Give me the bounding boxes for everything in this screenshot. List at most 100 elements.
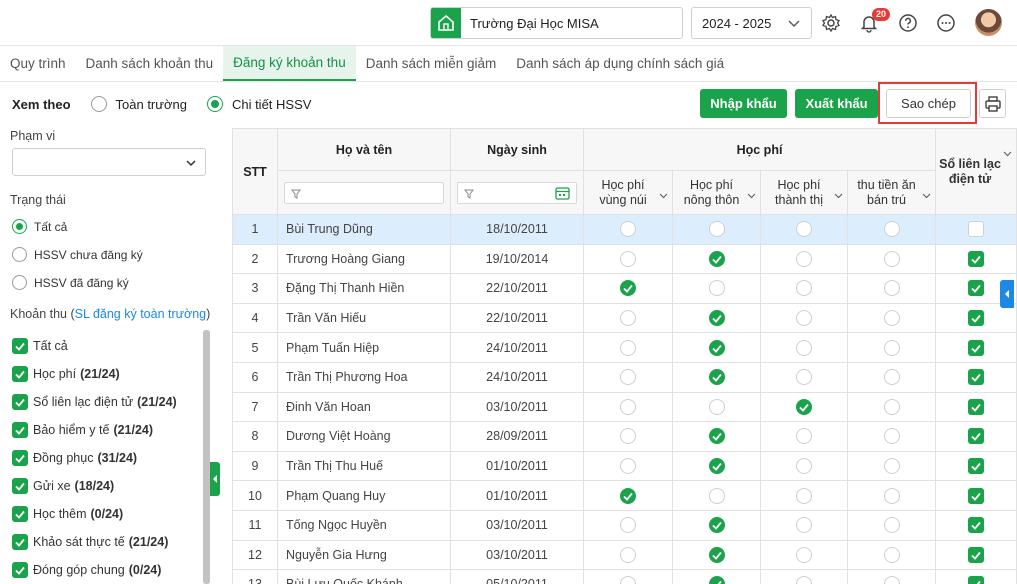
fee-radio[interactable] [620, 221, 636, 238]
checkbox[interactable] [12, 366, 28, 382]
table-row[interactable]: 8 Dương Việt Hoàng 28/09/2011 [232, 421, 1017, 452]
school-year-select[interactable]: 2024 - 2025 [691, 7, 812, 39]
fee-checkbox-item[interactable]: Đồng phục (31/24) [12, 450, 137, 466]
fee-checkbox-item[interactable]: Sổ liên lạc điện tử (21/24) [12, 394, 177, 410]
radio-button[interactable] [12, 247, 27, 262]
collapse-panel-handle[interactable] [210, 462, 220, 496]
fee-radio[interactable] [796, 428, 812, 445]
fee-radio[interactable] [796, 398, 812, 415]
header-name[interactable]: Họ và tên [277, 128, 451, 171]
contact-checkbox[interactable] [968, 576, 985, 584]
fee-radio[interactable] [796, 576, 812, 584]
contact-checkbox[interactable] [968, 250, 985, 267]
table-row[interactable]: 10 Phạm Quang Huy 01/10/2011 [232, 480, 1017, 511]
fee-radio[interactable] [796, 280, 812, 297]
fee-radio[interactable] [796, 487, 812, 504]
fee-radio[interactable] [883, 517, 900, 534]
table-row[interactable]: 12 Nguyễn Gia Hưng 03/10/2011 [232, 539, 1017, 571]
fee-radio[interactable] [883, 487, 900, 504]
fee-radio[interactable] [708, 369, 725, 386]
table-row[interactable]: 13Bùi Lưu Quốc Khánh05/10/2011 [232, 569, 1017, 584]
school-selector[interactable]: Trường Đại Học MISA [430, 7, 683, 39]
checkbox[interactable] [12, 562, 28, 578]
fee-checkbox-item[interactable]: Tất cả [12, 338, 72, 354]
fee-radio[interactable] [883, 221, 900, 238]
fee-radio[interactable] [620, 576, 636, 584]
scope-select[interactable] [12, 148, 206, 176]
fee-checkbox-item[interactable]: Học phí (21/24) [12, 366, 120, 382]
fee-radio[interactable] [620, 250, 636, 267]
gear-icon[interactable] [820, 12, 842, 34]
fee-radio[interactable] [796, 517, 812, 534]
table-row[interactable]: 2 Trương Hoàng Giang 19/10/2014 [232, 243, 1017, 275]
header-tuition-urban[interactable]: Học phí thành thị [760, 170, 848, 215]
contact-checkbox[interactable] [968, 487, 985, 504]
fee-radio[interactable] [883, 428, 900, 445]
dob-filter-input[interactable] [457, 181, 577, 204]
radio-toan-truong[interactable] [90, 96, 107, 112]
fee-radio[interactable] [708, 221, 725, 238]
fee-radio[interactable] [708, 250, 725, 267]
fees-stats-link[interactable]: SL đăng ký toàn trường [75, 307, 206, 321]
help-icon[interactable] [897, 12, 919, 34]
tab-quy-trinh[interactable]: Quy trình [0, 46, 76, 81]
table-row[interactable]: 5 Phạm Tuấn Hiệp 24/10/2011 [232, 332, 1017, 363]
contact-checkbox[interactable] [968, 398, 985, 415]
table-row[interactable]: 9 Trần Thị Thu Huế 01/10/2011 [232, 450, 1017, 482]
fee-radio[interactable] [620, 517, 636, 534]
fee-radio[interactable] [708, 428, 725, 445]
fee-radio[interactable] [796, 546, 812, 563]
fee-radio[interactable] [708, 576, 725, 584]
checkbox[interactable] [12, 394, 28, 410]
fee-radio[interactable] [708, 517, 725, 534]
table-row[interactable]: 1 Bùi Trung Dũng 18/10/2011 [232, 214, 1017, 245]
table-row[interactable]: 3 Đặng Thị Thanh Hiền 22/10/2011 [232, 273, 1017, 304]
contact-checkbox[interactable] [968, 428, 985, 445]
status-option-unregistered[interactable]: HSSV chưa đăng ký [12, 247, 143, 262]
expand-panel-handle[interactable] [1000, 280, 1014, 308]
checkbox[interactable] [12, 534, 28, 550]
contact-checkbox[interactable] [968, 310, 985, 327]
fee-radio[interactable] [708, 487, 725, 504]
fee-radio[interactable] [796, 310, 812, 327]
fee-radio[interactable] [796, 369, 812, 386]
fee-radio[interactable] [620, 487, 636, 504]
fee-radio[interactable] [883, 546, 900, 563]
fee-radio[interactable] [883, 458, 900, 475]
fee-radio[interactable] [620, 339, 636, 356]
radio-chi-tiet-hssv[interactable] [206, 96, 223, 112]
tab-chinh-sach-gia[interactable]: Danh sách áp dụng chính sách giá [506, 46, 734, 81]
contact-checkbox[interactable] [968, 546, 985, 563]
header-contact-book[interactable]: Sổ liên lạc điện tử [935, 128, 1017, 215]
more-icon[interactable] [935, 12, 957, 34]
radio-button[interactable] [12, 275, 27, 290]
checkbox[interactable] [12, 478, 28, 494]
fee-radio[interactable] [708, 398, 725, 415]
header-tuition-mountain[interactable]: Học phí vùng núi [583, 170, 673, 215]
fee-radio[interactable] [620, 546, 636, 563]
tab-danh-sach-mien-giam[interactable]: Danh sách miễn giảm [356, 46, 507, 81]
tab-dang-ky-khoan-thu[interactable]: Đăng ký khoản thu [223, 46, 356, 81]
fee-radio[interactable] [796, 458, 812, 475]
checkbox[interactable] [12, 422, 28, 438]
fee-checkbox-item[interactable]: Học thêm (0/24) [12, 506, 123, 522]
import-button[interactable]: Nhập khẩu [700, 89, 787, 118]
status-option-all[interactable]: Tất cả [12, 219, 67, 234]
export-button[interactable]: Xuất khẩu [795, 89, 878, 118]
print-button[interactable] [979, 89, 1006, 118]
checkbox[interactable] [12, 506, 28, 522]
scrollbar-thumb[interactable] [203, 330, 210, 584]
checkbox[interactable] [12, 450, 28, 466]
contact-checkbox[interactable] [968, 369, 985, 386]
contact-checkbox[interactable] [968, 517, 985, 534]
fee-radio[interactable] [620, 280, 636, 297]
header-boarding-meal[interactable]: thu tiền ăn bán trú [846, 170, 937, 215]
contact-checkbox[interactable] [968, 221, 985, 238]
fee-radio[interactable] [883, 576, 900, 584]
contact-checkbox[interactable] [968, 339, 985, 356]
table-row[interactable]: 7 Đinh Văn Hoan 03/10/2011 [232, 391, 1017, 423]
fee-radio[interactable] [883, 280, 900, 297]
tab-danh-sach-khoan-thu[interactable]: Danh sách khoản thu [76, 46, 224, 81]
fee-radio[interactable] [708, 280, 725, 297]
radio-button[interactable] [12, 219, 27, 234]
